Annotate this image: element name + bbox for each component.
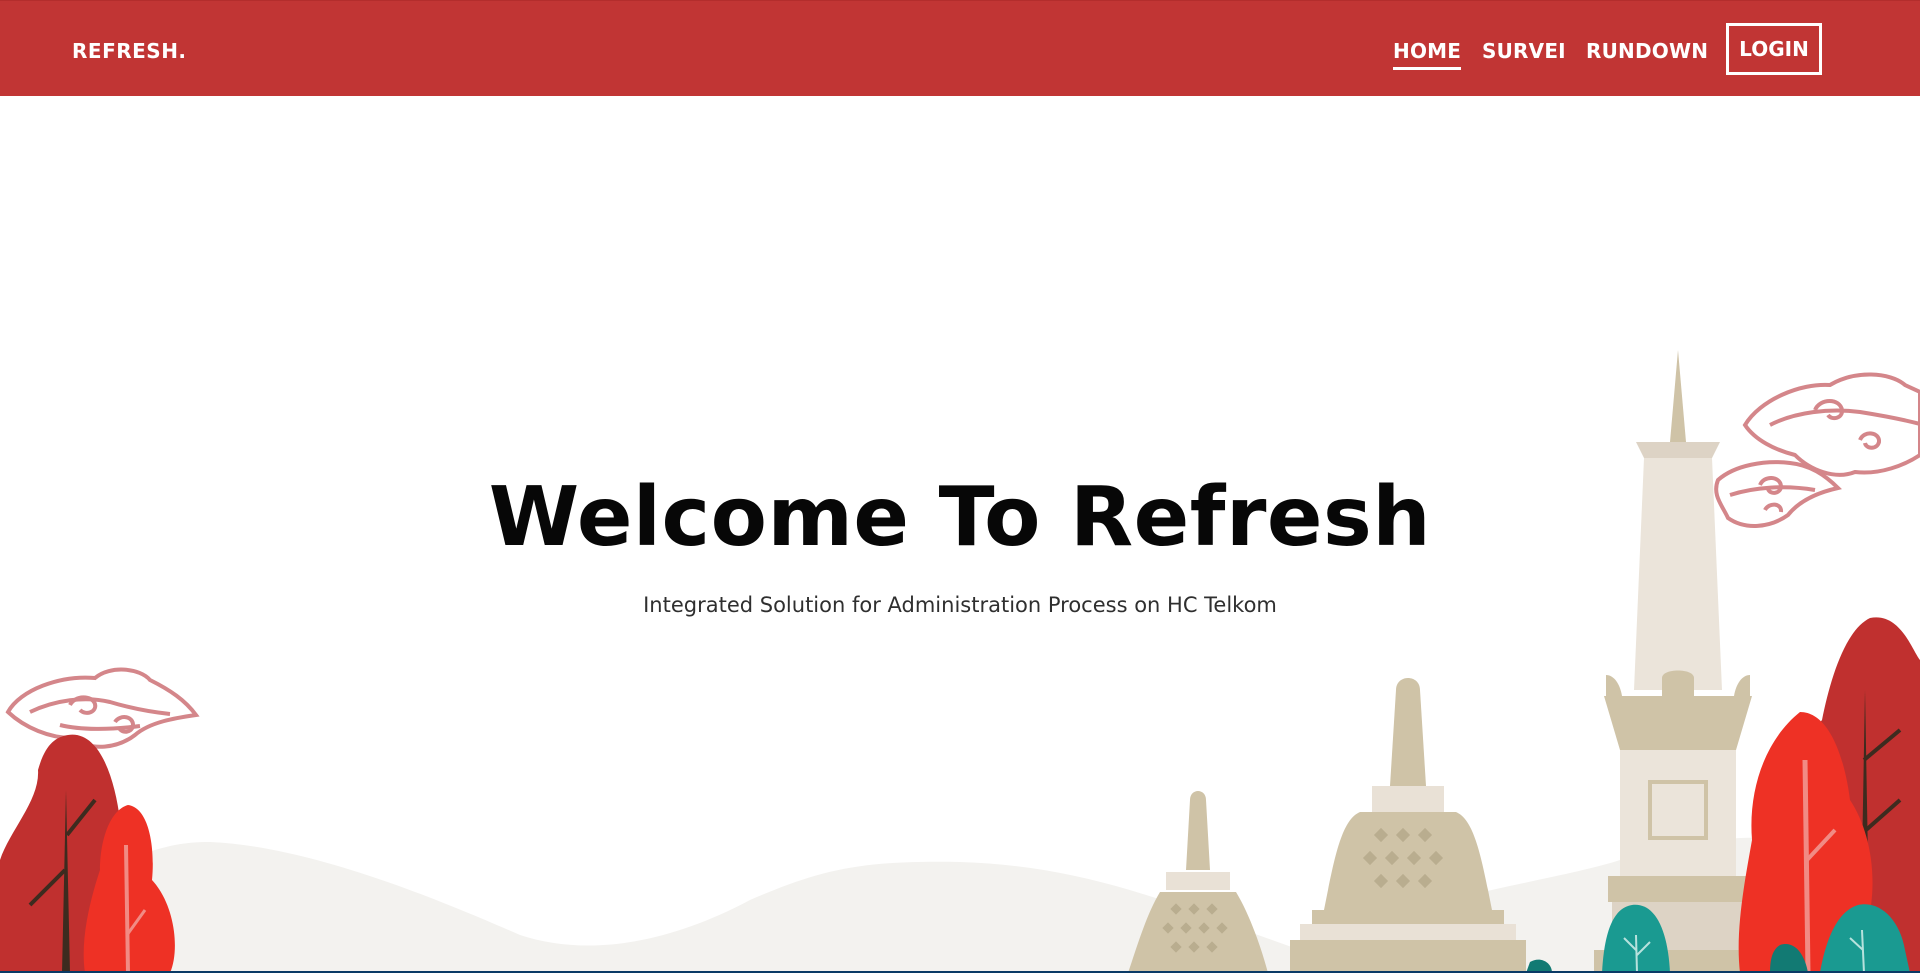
- cloud-left-icon: [5, 667, 200, 749]
- hero-title: Welcome To Refresh: [488, 470, 1432, 565]
- small-stupa-icon: [1128, 791, 1268, 973]
- hero-subtitle: Integrated Solution for Administration P…: [643, 593, 1277, 617]
- large-stupa-icon: [1290, 678, 1526, 973]
- tugu-monument-icon: [1594, 350, 1762, 973]
- tree-right-icon: [1738, 617, 1920, 973]
- tree-left-icon: [0, 734, 175, 973]
